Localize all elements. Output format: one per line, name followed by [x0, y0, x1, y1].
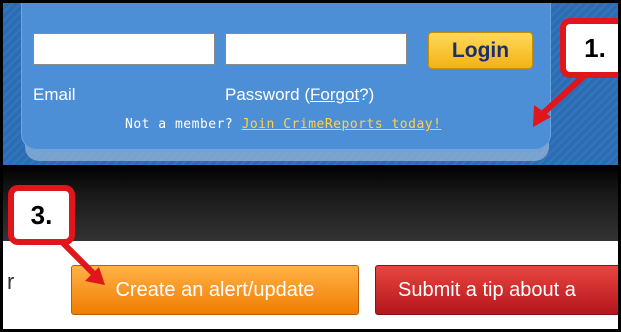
arrow-1-line	[536, 72, 588, 120]
annotation-callout-3: 3.	[8, 185, 75, 245]
arrow-3-line	[60, 240, 98, 278]
screenshot-frame: Login Email Password (Forgot?) Not a mem…	[0, 0, 621, 332]
annotation-arrows	[60, 72, 588, 285]
annotation-callout-1: 1.	[560, 18, 618, 78]
